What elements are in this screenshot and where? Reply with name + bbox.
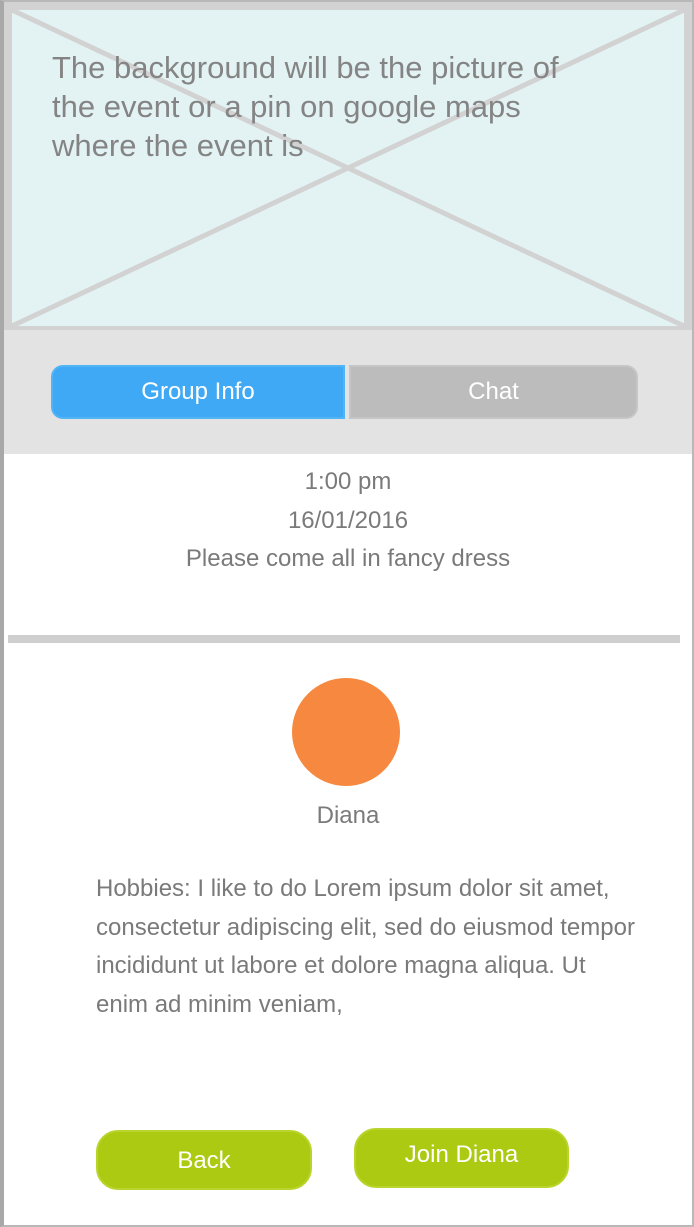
join-button[interactable]: Join Diana <box>354 1128 569 1188</box>
avatar <box>292 678 400 786</box>
tab-group-info[interactable]: Group Info <box>51 365 345 419</box>
section-divider <box>8 635 680 643</box>
placeholder-caption: The background will be the picture of th… <box>52 50 559 163</box>
event-date: 16/01/2016 <box>287 507 409 534</box>
app-screen: The background will be the picture of th… <box>0 0 694 1227</box>
member-bio: Hobbies: I like to do Lorem ipsum dolor … <box>96 875 635 1018</box>
tab-chat[interactable]: Chat <box>349 365 638 419</box>
tab-bar: Group Info Chat <box>4 330 692 454</box>
event-image-placeholder: The background will be the picture of th… <box>4 2 692 330</box>
back-button[interactable]: Back <box>96 1130 312 1190</box>
event-note: Please come all in fancy dress <box>185 545 511 572</box>
event-time: 1:00 pm <box>304 468 392 495</box>
member-name: Diana <box>316 802 380 829</box>
